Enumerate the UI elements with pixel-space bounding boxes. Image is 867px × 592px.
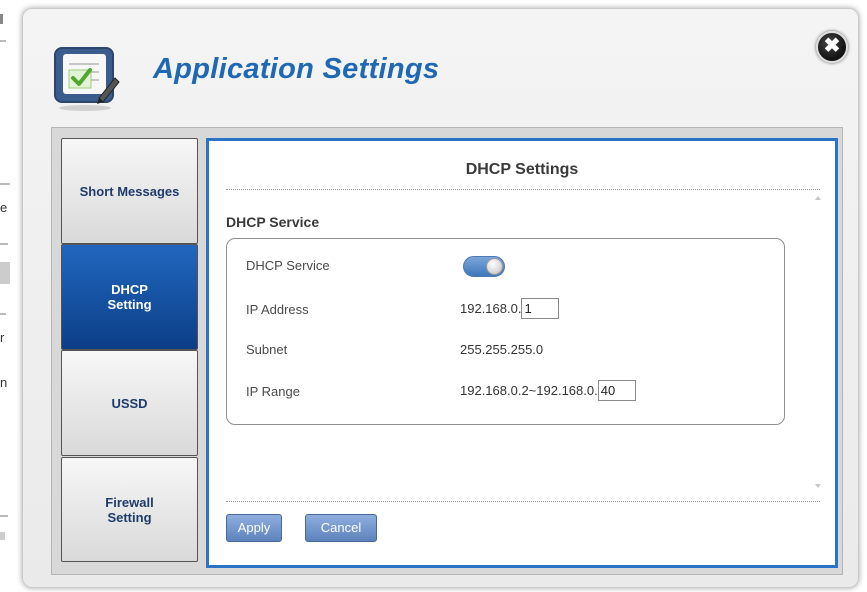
application-settings-dialog: ✖ Application Settings Short Messages DH… [22, 8, 859, 588]
background-mark [0, 14, 3, 24]
ip-address-input[interactable] [521, 298, 560, 319]
apply-button[interactable]: Apply [226, 514, 282, 542]
background-text: r [0, 330, 5, 345]
scrollbar[interactable] [813, 196, 823, 488]
background-mark [0, 515, 8, 517]
subnet-label: Subnet [246, 342, 288, 357]
background-text: e [0, 200, 8, 215]
dialog-title: Application Settings [153, 53, 440, 85]
scroll-down-icon[interactable] [815, 484, 821, 488]
background-mark [0, 183, 10, 185]
cancel-button[interactable]: Cancel [305, 514, 377, 542]
screen: e r n ✖ Application Settings Short Messa… [0, 0, 867, 592]
ip-range-label: IP Range [246, 384, 300, 399]
divider [226, 501, 820, 502]
dhcp-service-box: DHCP Service IP Address 192.168.0. Subne… [226, 238, 785, 425]
dhcp-settings-panel: DHCP Settings DHCP Service DHCP Service … [206, 138, 838, 568]
background-text: n [0, 375, 8, 390]
background-mark [0, 313, 6, 315]
ip-address-value: 192.168.0. [460, 298, 560, 319]
ip-range-prefix: 192.168.0.2~192.168.0. [460, 383, 598, 398]
tab-dhcp-setting[interactable]: DHCP Setting [61, 244, 198, 350]
divider [226, 189, 820, 190]
toggle-knob [486, 258, 503, 275]
background-mark [0, 243, 8, 245]
checklist-clipboard-icon [54, 47, 120, 111]
background-mark [0, 40, 6, 42]
ip-range-input[interactable] [597, 380, 636, 401]
close-icon[interactable]: ✖ [816, 31, 848, 63]
background-mark [0, 262, 10, 284]
tab-firewall-setting[interactable]: Firewall Setting [61, 457, 198, 562]
ip-address-label: IP Address [246, 302, 309, 317]
ip-address-prefix: 192.168.0. [460, 301, 522, 316]
scroll-up-icon[interactable] [815, 196, 821, 200]
ip-range-value: 192.168.0.2~192.168.0. [460, 380, 636, 401]
section-title: DHCP Service [226, 214, 320, 230]
panel-title: DHCP Settings [465, 161, 579, 178]
tab-short-messages[interactable]: Short Messages [61, 138, 198, 244]
dhcp-service-toggle[interactable] [463, 256, 505, 277]
content-frame: Short Messages DHCP Setting USSD Firewal… [51, 127, 843, 575]
subnet-value: 255.255.255.0 [460, 342, 544, 357]
tab-ussd[interactable]: USSD [61, 350, 198, 456]
background-mark [0, 532, 5, 540]
dhcp-service-label: DHCP Service [246, 258, 330, 273]
